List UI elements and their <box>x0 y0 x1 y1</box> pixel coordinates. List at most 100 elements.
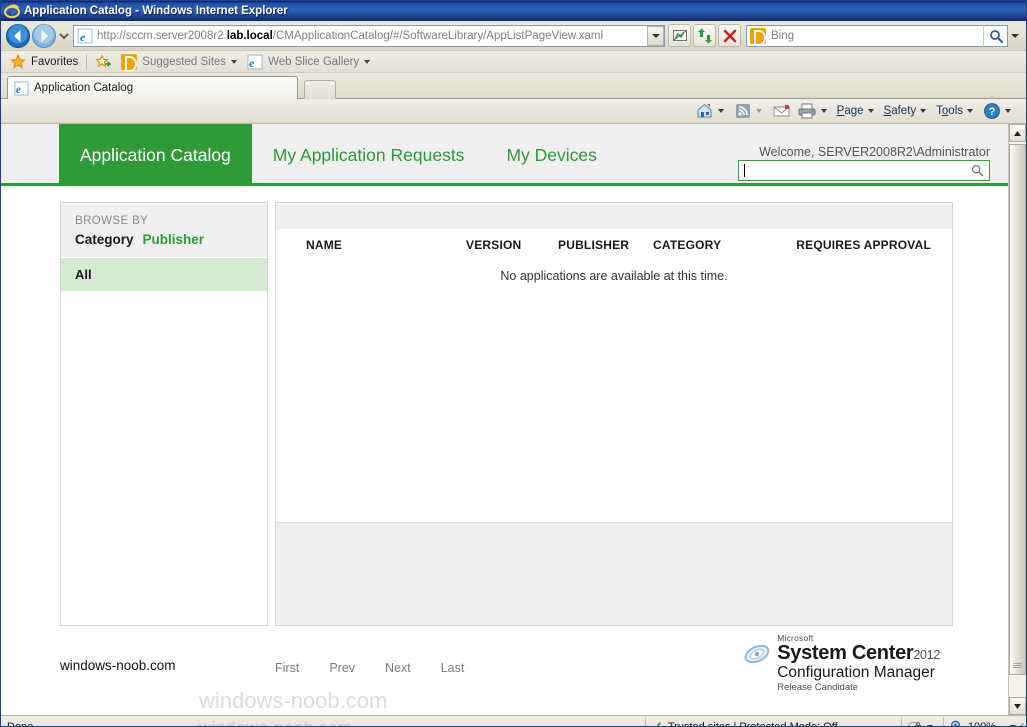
forward-button[interactable] <box>31 23 57 49</box>
logo-product: System Center2012 <box>777 641 940 664</box>
filter-category[interactable]: Category <box>75 232 134 247</box>
back-button[interactable] <box>5 23 31 49</box>
ie-webslice-icon: e <box>247 54 263 70</box>
web-slice-gallery-label: Web Slice Gallery <box>268 55 360 68</box>
system-center-swirl-icon <box>744 644 770 664</box>
catalog-search-box[interactable] <box>738 160 990 181</box>
help-menu-button[interactable]: ? <box>980 101 1018 122</box>
site-tabs: Application Catalog My Application Reque… <box>59 124 618 186</box>
tab-application-catalog[interactable]: Application Catalog <box>59 124 252 186</box>
new-tab-button[interactable] <box>304 80 336 99</box>
suggested-sites-label: Suggested Sites <box>142 55 227 68</box>
toolbar-divider <box>86 53 88 70</box>
chevron-down-icon <box>651 33 660 38</box>
pager-prev[interactable]: Prev <box>329 661 355 675</box>
compatibility-view-icon <box>672 29 687 41</box>
status-bar: Done ✓ Trusted sites | Protected Mode: O… <box>1 715 1026 727</box>
search-icon[interactable] <box>971 164 984 177</box>
security-zone-indicator[interactable]: ✓ Trusted sites | Protected Mode: Off <box>646 716 902 727</box>
search-box[interactable]: Bing <box>746 24 1008 47</box>
scrollbar-track[interactable] <box>1009 142 1026 697</box>
panel-footer <box>276 522 952 625</box>
address-bar-url: http://sccm.server2008r2.lab.local/CMApp… <box>97 29 604 42</box>
window-resize-grip[interactable] <box>1012 723 1024 726</box>
pager-last[interactable]: Last <box>441 661 465 675</box>
column-header-publisher[interactable]: PUBLISHER <box>558 238 653 252</box>
column-header-requires-approval[interactable]: REQUIRES APPROVAL <box>763 238 952 252</box>
application-table-header: NAME VERSION PUBLISHER CATEGORY REQUIRES… <box>276 229 952 257</box>
tools-menu-button[interactable]: Tools <box>933 101 980 122</box>
browser-tab-strip: e Application Catalog <box>1 73 1026 99</box>
filter-publisher[interactable]: Publisher <box>143 232 205 247</box>
svg-text:e: e <box>80 30 86 44</box>
stop-icon <box>723 29 736 42</box>
home-button[interactable] <box>692 101 731 122</box>
mail-icon <box>773 105 790 117</box>
star-icon <box>10 53 26 69</box>
svg-text:e: e <box>11 7 16 19</box>
compatibility-view-button[interactable] <box>668 24 691 47</box>
browse-header: BROWSE BY Category Publisher <box>61 203 267 258</box>
recent-pages-button[interactable] <box>57 23 71 49</box>
favorites-bar: Favorites Suggested Sites e Web Slice Ga… <box>1 51 1026 73</box>
back-arrow-icon <box>6 23 30 48</box>
green-check-icon: ✓ <box>652 718 663 727</box>
address-dropdown-button[interactable] <box>647 25 664 46</box>
chevron-down-icon <box>231 59 238 64</box>
column-header-name[interactable]: NAME <box>276 238 466 252</box>
text-cursor <box>744 164 745 177</box>
chevron-down-icon <box>820 109 827 113</box>
empty-state-message: No applications are available at this ti… <box>500 269 728 283</box>
logo-subproduct: Configuration Manager <box>777 663 935 681</box>
safety-menu-button[interactable]: Safety <box>881 101 934 122</box>
address-bar[interactable]: e http://sccm.server2008r2.lab.local/CMA… <box>73 24 665 47</box>
scrollbar-grip <box>1013 663 1022 668</box>
category-item-all[interactable]: All <box>61 258 267 291</box>
svg-text:e: e <box>249 56 255 70</box>
print-icon <box>798 103 816 119</box>
logo-text: Microsoft System Center2012 Configuratio… <box>777 634 940 693</box>
column-header-category[interactable]: CATEGORY <box>653 238 763 252</box>
application-list-panel: NAME VERSION PUBLISHER CATEGORY REQUIRES… <box>275 202 953 626</box>
chevron-down-icon <box>967 109 973 113</box>
browser-tab-application-catalog[interactable]: e Application Catalog <box>7 76 298 99</box>
pager-next[interactable]: Next <box>385 661 411 675</box>
refresh-button[interactable] <box>693 24 716 47</box>
chevron-down-icon <box>867 109 874 113</box>
web-slice-gallery-item[interactable]: e Web Slice Gallery <box>242 52 375 72</box>
privacy-lock-icon <box>908 721 922 726</box>
chevron-down-icon <box>1011 33 1019 38</box>
favorites-add-button[interactable] <box>90 52 116 72</box>
column-header-version[interactable]: VERSION <box>466 238 558 252</box>
suggested-sites-item[interactable]: Suggested Sites <box>116 52 242 72</box>
search-go-button[interactable] <box>983 24 1007 47</box>
page-viewport: Application Catalog My Application Reque… <box>1 124 1026 715</box>
scroll-up-button[interactable] <box>1009 124 1026 142</box>
chevron-down-icon <box>755 109 762 113</box>
browser-tab-label: Application Catalog <box>34 82 134 94</box>
search-input[interactable]: Bing <box>771 30 983 42</box>
title-bar: e Application Catalog - Windows Internet… <box>1 1 1026 21</box>
page-menu-button[interactable]: Page <box>834 101 881 122</box>
page-menu-label: Page <box>836 105 864 117</box>
print-button[interactable] <box>794 101 834 122</box>
stop-button[interactable] <box>718 24 741 47</box>
welcome-message: Welcome, SERVER2008R2\Administrator <box>759 145 990 159</box>
web-page-content: Application Catalog My Application Reque… <box>1 124 1008 715</box>
tab-my-devices[interactable]: My Devices <box>485 124 617 186</box>
mail-button[interactable] <box>769 101 794 122</box>
tab-my-application-requests[interactable]: My Application Requests <box>252 124 486 186</box>
privacy-report-button[interactable] <box>902 716 944 726</box>
logo-release: Release Candidate <box>777 682 859 693</box>
scrollbar-thumb[interactable] <box>1009 144 1026 675</box>
favorites-button[interactable]: Favorites <box>5 52 83 72</box>
search-icon <box>989 29 1003 43</box>
vertical-scrollbar[interactable] <box>1008 124 1026 715</box>
panel-toolbar <box>276 203 952 229</box>
feeds-button[interactable] <box>731 101 769 122</box>
search-provider-dropdown[interactable] <box>1008 25 1022 47</box>
pager-first[interactable]: First <box>275 661 299 675</box>
safety-menu-label: Safety <box>883 105 917 117</box>
favorites-label: Favorites <box>31 55 79 68</box>
scroll-down-button[interactable] <box>1009 697 1026 715</box>
